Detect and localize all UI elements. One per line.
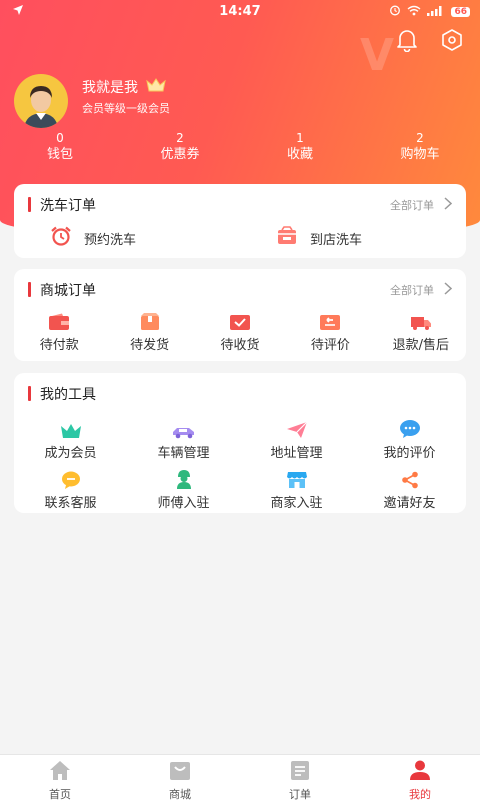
stat-number: 2 bbox=[416, 131, 424, 145]
tab-label: 订单 bbox=[289, 788, 311, 800]
tab-label: 商城 bbox=[169, 788, 191, 800]
stat-coupons[interactable]: 2 优惠券 bbox=[120, 130, 240, 164]
order-status-label: 待收货 bbox=[220, 338, 260, 353]
become-member-button[interactable]: 成为会员 bbox=[14, 417, 127, 461]
avatar[interactable] bbox=[14, 74, 68, 128]
pending-receipt-button[interactable]: 待收货 bbox=[195, 309, 285, 353]
all-orders-label: 全部订单 bbox=[390, 199, 434, 212]
stat-label: 钱包 bbox=[46, 147, 73, 162]
stats-row: 0 钱包 2 优惠券 1 收藏 2 购物车 bbox=[0, 130, 480, 164]
stat-label: 优惠券 bbox=[160, 147, 200, 162]
order-status-label: 待付款 bbox=[39, 338, 79, 353]
signal-icon bbox=[427, 5, 445, 20]
username: 我就是我 bbox=[82, 80, 138, 96]
battery-level: 66 bbox=[451, 7, 470, 17]
all-wash-orders-link[interactable]: 全部订单 bbox=[390, 197, 453, 213]
tool-label: 车辆管理 bbox=[157, 446, 210, 461]
settings-hexagon-icon[interactable] bbox=[440, 28, 464, 52]
paper-plane-icon bbox=[240, 417, 353, 439]
package-icon bbox=[104, 309, 194, 331]
profile-icon bbox=[360, 759, 480, 785]
in-store-wash-button[interactable]: 到店洗车 bbox=[276, 226, 362, 250]
address-management-button[interactable]: 地址管理 bbox=[240, 417, 353, 461]
stat-label: 购物车 bbox=[400, 147, 440, 162]
shop-icon bbox=[276, 226, 298, 250]
worker-icon bbox=[127, 467, 240, 489]
tab-mall[interactable]: 商城 bbox=[120, 755, 240, 800]
pending-review-button[interactable]: 待评价 bbox=[285, 309, 375, 353]
car-icon bbox=[127, 417, 240, 439]
header-watermark: V bbox=[360, 30, 395, 81]
order-status-label: 待评价 bbox=[310, 338, 350, 353]
my-tools-card: 我的工具 成为会员 车辆管理 地址管理 我的评价 联系客服 师傅入驻 商家入驻 … bbox=[14, 373, 466, 513]
alarm-status-icon bbox=[389, 4, 401, 20]
crown-icon bbox=[14, 417, 127, 439]
member-level: 会员等级一级会员 bbox=[82, 102, 170, 115]
order-icon bbox=[240, 759, 360, 785]
technician-join-button[interactable]: 师傅入驻 bbox=[127, 467, 240, 511]
invite-friends-button[interactable]: 邀请好友 bbox=[353, 467, 466, 511]
crown-badge-icon bbox=[146, 78, 166, 96]
pending-payment-button[interactable]: 待付款 bbox=[14, 309, 104, 353]
wash-item-label: 到店洗车 bbox=[310, 232, 363, 248]
tab-label: 我的 bbox=[409, 788, 431, 800]
wash-item-label: 预约洗车 bbox=[84, 232, 137, 248]
tool-label: 师傅入驻 bbox=[157, 496, 210, 511]
tool-label: 地址管理 bbox=[270, 446, 323, 461]
bell-icon[interactable] bbox=[396, 28, 418, 52]
contact-service-button[interactable]: 联系客服 bbox=[14, 467, 127, 511]
my-reviews-button[interactable]: 我的评价 bbox=[353, 417, 466, 461]
tab-profile[interactable]: 我的 bbox=[360, 755, 480, 800]
service-chat-icon bbox=[14, 467, 127, 489]
stat-cart[interactable]: 2 购物车 bbox=[360, 130, 480, 164]
wallet-icon bbox=[14, 309, 104, 331]
stat-number: 2 bbox=[176, 131, 184, 145]
vehicle-management-button[interactable]: 车辆管理 bbox=[127, 417, 240, 461]
mall-orders-card: 商城订单 全部订单 待付款 待发货 待收货 待评价 退款/售后 bbox=[14, 269, 466, 361]
card-title: 我的工具 bbox=[28, 384, 96, 404]
review-icon bbox=[285, 309, 375, 331]
book-wash-button[interactable]: 预约洗车 bbox=[50, 226, 136, 250]
store-icon bbox=[240, 467, 353, 489]
box-check-icon bbox=[195, 309, 285, 331]
tool-label: 我的评价 bbox=[383, 446, 436, 461]
tool-label: 邀请好友 bbox=[383, 496, 436, 511]
stat-wallet[interactable]: 0 钱包 bbox=[0, 130, 120, 164]
bottom-tab-bar: 首页 商城 订单 我的 bbox=[0, 754, 480, 800]
refund-aftersale-button[interactable]: 退款/售后 bbox=[376, 309, 466, 353]
card-title: 商城订单 bbox=[28, 280, 96, 300]
tool-label: 成为会员 bbox=[44, 446, 97, 461]
status-bar: 14:47 66 bbox=[0, 0, 480, 24]
all-mall-orders-link[interactable]: 全部订单 bbox=[390, 282, 453, 298]
all-orders-label: 全部订单 bbox=[390, 284, 434, 297]
wifi-icon bbox=[407, 5, 421, 20]
truck-icon bbox=[376, 309, 466, 331]
order-status-label: 待发货 bbox=[130, 338, 170, 353]
tab-label: 首页 bbox=[49, 788, 71, 800]
tab-orders[interactable]: 订单 bbox=[240, 755, 360, 800]
chat-bubbles-icon bbox=[353, 417, 466, 439]
merchant-join-button[interactable]: 商家入驻 bbox=[240, 467, 353, 511]
stat-number: 1 bbox=[296, 131, 304, 145]
card-title: 洗车订单 bbox=[28, 195, 96, 215]
alarm-clock-icon bbox=[50, 226, 72, 250]
order-status-label: 退款/售后 bbox=[392, 338, 450, 353]
tool-label: 联系客服 bbox=[44, 496, 97, 511]
stat-number: 0 bbox=[56, 131, 64, 145]
share-icon bbox=[353, 467, 466, 489]
chevron-right-icon bbox=[444, 197, 453, 213]
stat-label: 收藏 bbox=[286, 147, 313, 162]
chevron-right-icon bbox=[444, 282, 453, 298]
stat-favorites[interactable]: 1 收藏 bbox=[240, 130, 360, 164]
pending-shipment-button[interactable]: 待发货 bbox=[104, 309, 194, 353]
tool-label: 商家入驻 bbox=[270, 496, 323, 511]
home-icon bbox=[0, 759, 120, 785]
wash-orders-card: 洗车订单 全部订单 预约洗车 到店洗车 bbox=[14, 184, 466, 258]
tab-home[interactable]: 首页 bbox=[0, 755, 120, 800]
mall-icon bbox=[120, 759, 240, 785]
